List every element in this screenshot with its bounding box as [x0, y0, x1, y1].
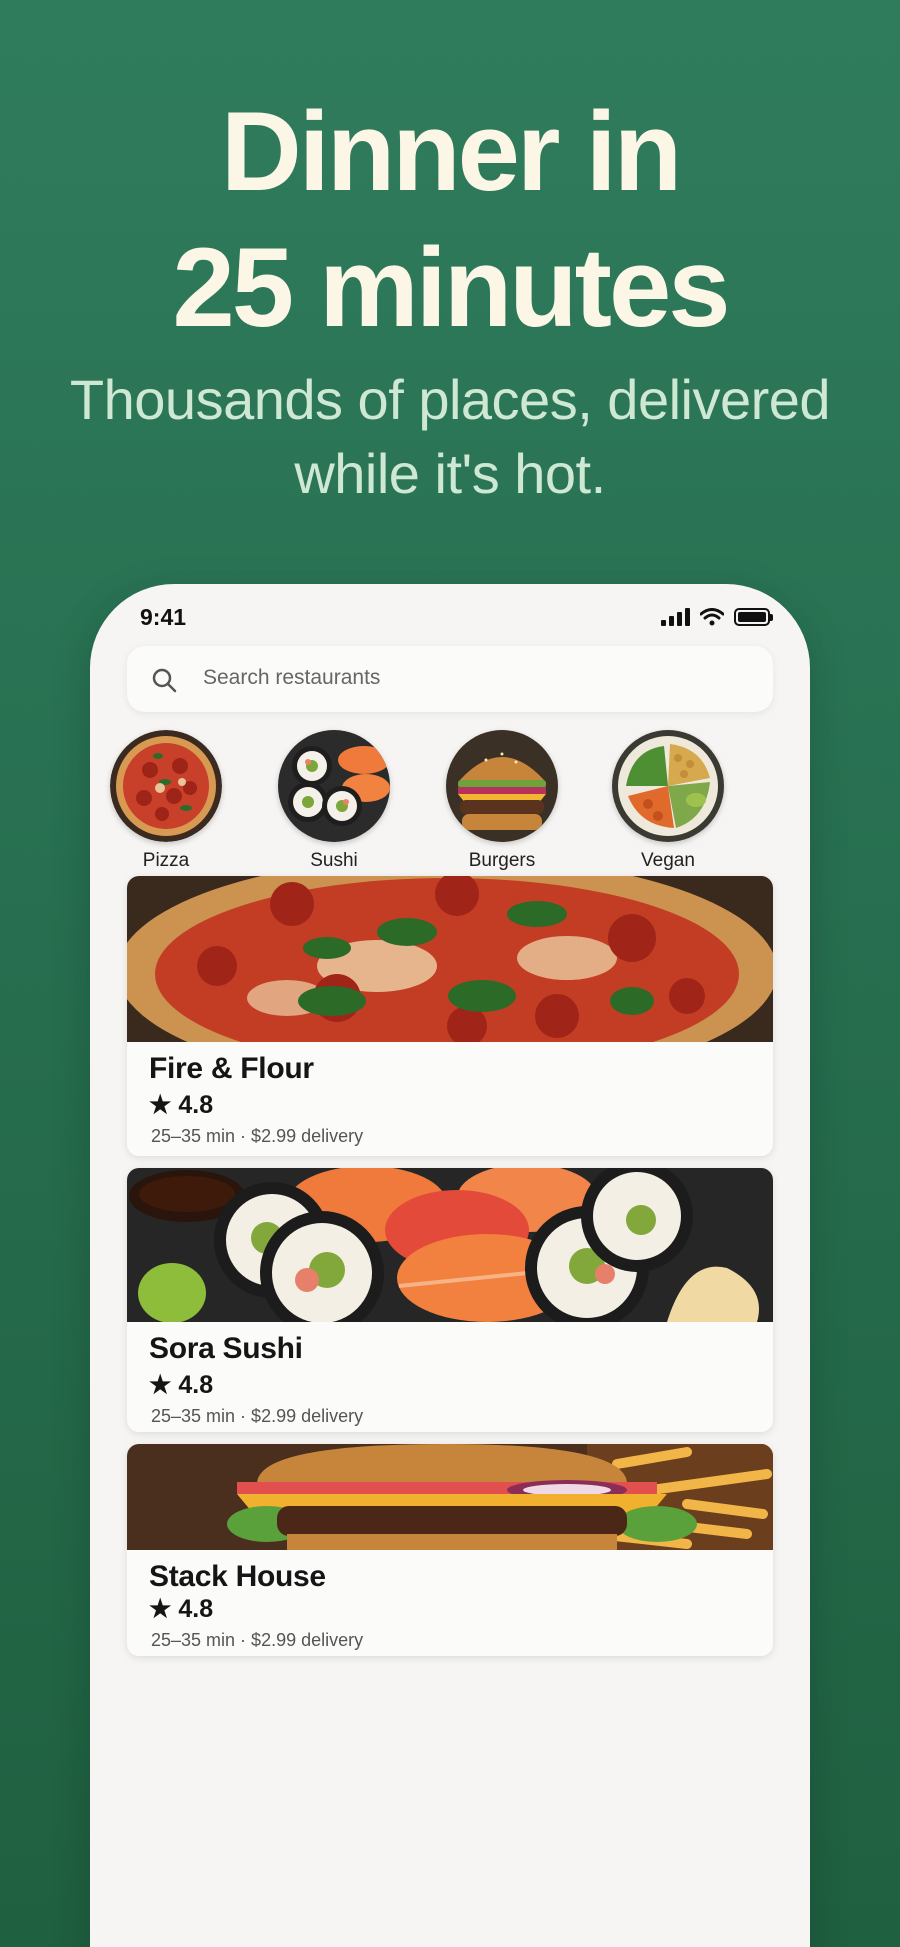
cellular-signal-icon — [661, 608, 690, 626]
restaurant-card-stack-house[interactable]: Stack House ★ 4.8 25–35 min · $2.99 deli… — [127, 1444, 773, 1656]
restaurant-rating: ★ 4.8 — [149, 1371, 214, 1399]
burger-thumbnail — [446, 730, 558, 842]
category-vegan[interactable]: Vegan — [608, 730, 728, 872]
subheadline-line-2: while it's hot. — [294, 442, 606, 505]
category-label: Burgers — [468, 850, 536, 871]
restaurant-name: Sora Sushi — [149, 1332, 303, 1365]
phone-mockup: 9:41 Search restaurants Pizza Sushi Burg… — [90, 584, 810, 1947]
pizza-photo — [127, 876, 773, 1042]
pizza-thumbnail — [110, 730, 222, 842]
search-bar[interactable]: Search restaurants — [127, 646, 773, 712]
vegan-bowl-thumbnail — [612, 730, 724, 842]
burger-photo — [127, 1444, 773, 1550]
restaurant-delivery-info: 25–35 min · $2.99 delivery — [151, 1630, 364, 1650]
restaurant-name: Stack House — [149, 1560, 326, 1593]
status-icons — [661, 606, 773, 628]
category-sushi[interactable]: Sushi — [274, 730, 394, 872]
headline-line-1: Dinner in — [220, 89, 682, 214]
restaurant-delivery-info: 25–35 min · $2.99 delivery — [151, 1406, 364, 1426]
restaurant-name: Fire & Flour — [149, 1052, 314, 1085]
category-label: Pizza — [142, 850, 190, 871]
sushi-thumbnail — [278, 730, 390, 842]
restaurant-rating: ★ 4.8 — [149, 1091, 214, 1119]
category-label: Vegan — [641, 850, 695, 871]
category-pizza[interactable]: Pizza — [106, 730, 226, 872]
category-burgers[interactable]: Burgers — [442, 730, 562, 872]
battery-icon — [734, 608, 773, 626]
restaurant-card-sora-sushi[interactable]: Sora Sushi ★ 4.8 25–35 min · $2.99 deliv… — [127, 1168, 773, 1432]
wifi-icon — [700, 608, 724, 626]
subheadline-line-1: Thousands of places, delivered — [69, 368, 831, 431]
headline-line-2: 25 minutes — [172, 225, 730, 350]
restaurant-rating: ★ 4.8 — [149, 1595, 214, 1623]
restaurant-card-fire-and-flour[interactable]: Fire & Flour ★ 4.8 25–35 min · $2.99 del… — [127, 876, 773, 1156]
search-icon — [152, 668, 177, 693]
restaurant-delivery-info: 25–35 min · $2.99 delivery — [151, 1126, 364, 1146]
sushi-photo — [127, 1168, 773, 1322]
category-label: Sushi — [310, 850, 358, 871]
search-input[interactable]: Search restaurants — [203, 666, 380, 690]
status-time: 9:41 — [140, 604, 187, 630]
